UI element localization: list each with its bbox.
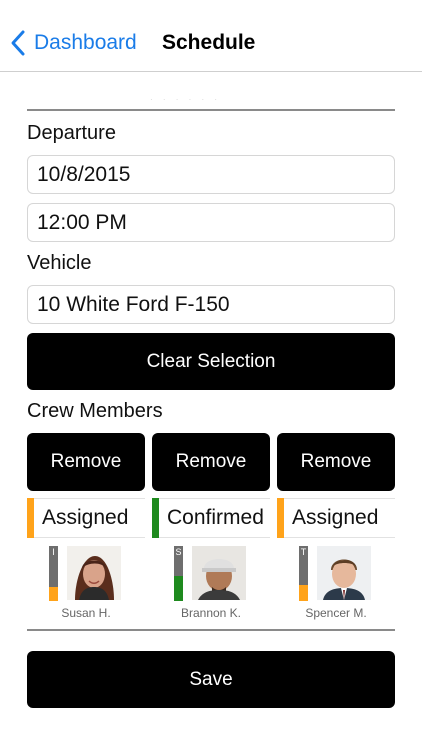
status-text: Assigned bbox=[292, 506, 379, 529]
back-button[interactable]: Dashboard bbox=[10, 28, 137, 58]
clear-selection-button[interactable]: Clear Selection bbox=[27, 333, 395, 390]
top-divider bbox=[27, 109, 395, 111]
status-color-bar bbox=[27, 498, 34, 538]
time-field[interactable]: 12:00 PM bbox=[27, 203, 395, 242]
page-title: Schedule bbox=[162, 31, 256, 54]
crew-member-card[interactable]: T Spencer M. bbox=[277, 543, 395, 625]
save-button[interactable]: Save bbox=[27, 651, 395, 708]
remove-button[interactable]: Remove bbox=[27, 433, 145, 491]
man-portrait-icon bbox=[317, 546, 371, 600]
status-badge: Assigned bbox=[27, 498, 145, 538]
crew-member-name: Spencer M. bbox=[305, 606, 367, 620]
crew-member-card[interactable]: I Susan H. bbox=[27, 543, 145, 625]
status-color-bar bbox=[152, 498, 159, 538]
crew-progress-indicator: I bbox=[49, 546, 58, 601]
vehicle-label: Vehicle bbox=[27, 252, 92, 274]
status-text: Assigned bbox=[42, 506, 129, 529]
departure-label: Departure bbox=[27, 122, 116, 144]
crew-members-label: Crew Members bbox=[27, 400, 163, 422]
status-color-bar bbox=[277, 498, 284, 538]
remove-button[interactable]: Remove bbox=[152, 433, 270, 491]
status-text: Confirmed bbox=[167, 506, 264, 529]
chevron-left-icon bbox=[11, 30, 25, 56]
avatar bbox=[317, 546, 371, 600]
bottom-divider bbox=[27, 629, 395, 631]
crew-initial: S bbox=[175, 547, 182, 557]
man-portrait-icon bbox=[192, 546, 246, 600]
woman-portrait-icon bbox=[67, 546, 121, 600]
date-field[interactable]: 10/8/2015 bbox=[27, 155, 395, 194]
crew-member-name: Susan H. bbox=[61, 606, 111, 620]
status-badge: Assigned bbox=[277, 498, 395, 538]
remove-button[interactable]: Remove bbox=[277, 433, 395, 491]
back-label: Dashboard bbox=[34, 31, 137, 54]
faint-scrolled-text: · · · · · · bbox=[150, 95, 222, 104]
navigation-bar: Dashboard Schedule bbox=[0, 0, 422, 72]
vehicle-field[interactable]: 10 White Ford F-150 bbox=[27, 285, 395, 324]
avatar bbox=[67, 546, 121, 600]
crew-progress-indicator: S bbox=[174, 546, 183, 601]
status-badge: Confirmed bbox=[152, 498, 270, 538]
crew-member-name: Brannon K. bbox=[180, 606, 242, 620]
avatar bbox=[192, 546, 246, 600]
crew-initial: I bbox=[52, 547, 55, 557]
crew-progress-indicator: T bbox=[299, 546, 308, 601]
crew-member-card[interactable]: S Brannon K. bbox=[152, 543, 270, 625]
crew-initial: T bbox=[300, 547, 307, 557]
